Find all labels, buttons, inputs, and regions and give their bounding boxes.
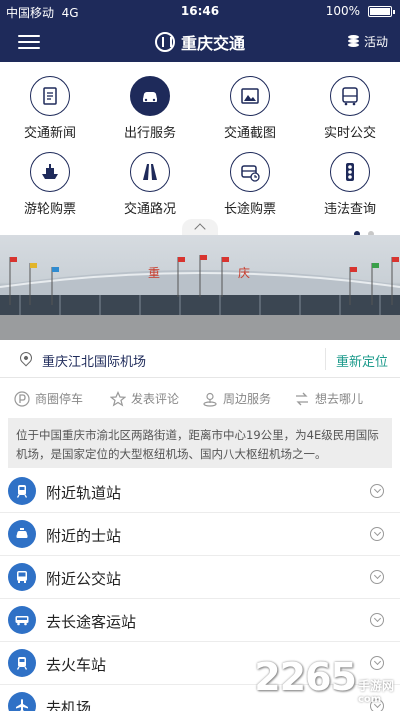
action-label: 商圈停车 bbox=[35, 392, 84, 406]
chevron-down-icon bbox=[370, 484, 384, 498]
watermark: 2265 手游网 com bbox=[254, 655, 394, 705]
list-item-nearby-metro[interactable]: 附近轨道站 bbox=[0, 470, 400, 513]
service-screenshot[interactable]: 交通截图 bbox=[200, 66, 300, 144]
watermark-domain: com bbox=[357, 694, 382, 705]
service-label: 出行服务 bbox=[123, 126, 176, 141]
relocate-button[interactable]: 重新定位 bbox=[336, 351, 388, 370]
service-road-condition[interactable]: 交通路况 bbox=[100, 142, 200, 220]
road-icon bbox=[130, 152, 170, 192]
watermark-site-name: 手游网 bbox=[357, 679, 394, 693]
service-label: 交通截图 bbox=[223, 126, 276, 141]
action-label: 周边服务 bbox=[223, 392, 272, 406]
plane-icon bbox=[8, 692, 36, 711]
swap-arrows-icon bbox=[296, 392, 308, 405]
picture-icon bbox=[230, 76, 270, 116]
chevron-down-icon bbox=[370, 613, 384, 627]
list-item-label: 去火车站 bbox=[46, 656, 107, 674]
service-label: 长途购票 bbox=[223, 202, 276, 217]
list-item-label: 去长途客运站 bbox=[46, 613, 137, 631]
service-realtime-bus[interactable]: 实时公交 bbox=[300, 66, 400, 144]
car-icon bbox=[130, 76, 170, 116]
watermark-number: 2265 bbox=[254, 655, 357, 699]
star-icon bbox=[110, 390, 126, 407]
chevron-down-icon bbox=[370, 527, 384, 541]
list-item-nearby-taxi[interactable]: 附近的士站 bbox=[0, 513, 400, 556]
coach-icon bbox=[230, 152, 270, 192]
battery-icon bbox=[368, 6, 395, 17]
location-description: 位于中国重庆市渝北区两路街道，距离市中心19公里，为4E级民用国际机场，是国家定… bbox=[8, 418, 392, 468]
ship-icon bbox=[30, 152, 70, 192]
nearby-service-action[interactable]: 周边服务 bbox=[202, 390, 271, 407]
service-news[interactable]: 交通新闻 bbox=[0, 66, 100, 144]
news-icon bbox=[30, 76, 70, 116]
location-bar: 重庆江北国际机场 重新定位 bbox=[0, 340, 400, 378]
divider bbox=[325, 348, 326, 370]
taxi-icon bbox=[8, 520, 36, 548]
destination-action[interactable]: 想去哪儿 bbox=[294, 390, 363, 407]
map-pin-icon bbox=[17, 349, 35, 367]
app-title: 重庆交通 bbox=[180, 34, 245, 53]
banner-sign-char: 重 bbox=[148, 266, 160, 280]
chevron-up-icon bbox=[194, 223, 206, 235]
service-coach-ticket[interactable]: 长途购票 bbox=[200, 142, 300, 220]
service-label: 交通路况 bbox=[123, 202, 176, 217]
app-title-area: 重庆交通 bbox=[0, 22, 400, 62]
service-violation-query[interactable]: 违法查询 bbox=[300, 142, 400, 220]
service-label: 实时公交 bbox=[323, 126, 376, 141]
traffic-light-icon bbox=[330, 152, 370, 192]
comment-action[interactable]: 发表评论 bbox=[110, 390, 179, 407]
service-label: 游轮购票 bbox=[23, 202, 76, 217]
location-person-icon bbox=[203, 392, 217, 407]
chevron-down-icon bbox=[370, 570, 384, 584]
action-row: 商圈停车 发表评论 周边服务 想去哪儿 bbox=[0, 378, 400, 418]
activity-label: 活动 bbox=[363, 35, 388, 49]
list-item-label: 附近的士站 bbox=[46, 527, 122, 545]
battery-fill bbox=[370, 8, 390, 15]
action-label: 想去哪儿 bbox=[315, 392, 364, 406]
battery-percent: 100% bbox=[325, 4, 360, 18]
bus-icon bbox=[8, 563, 36, 591]
activity-button[interactable]: 活动 bbox=[347, 33, 388, 50]
train-icon bbox=[8, 477, 36, 505]
bus-icon bbox=[330, 76, 370, 116]
app-header: 重庆交通 活动 bbox=[0, 22, 400, 62]
collapse-button[interactable] bbox=[182, 219, 218, 235]
banner-sign-char: 庆 bbox=[238, 266, 250, 280]
coach-icon bbox=[8, 606, 36, 634]
location-name[interactable]: 重庆江北国际机场 bbox=[42, 351, 146, 370]
app-logo-icon bbox=[154, 32, 175, 52]
service-label: 违法查询 bbox=[323, 202, 376, 217]
service-grid: 交通新闻 出行服务 交通截图 实时公交 游轮购票 交通路况 长途购票 违法查询 bbox=[0, 62, 400, 237]
list-item-nearby-bus[interactable]: 附近公交站 bbox=[0, 556, 400, 599]
service-label: 交通新闻 bbox=[23, 126, 76, 141]
watermark-text: 手游网 com bbox=[356, 677, 394, 705]
list-item-coach-station[interactable]: 去长途客运站 bbox=[0, 599, 400, 642]
airport-banner-image: 重 庆 bbox=[0, 235, 400, 340]
parking-icon bbox=[14, 390, 30, 407]
train-icon bbox=[8, 649, 36, 677]
list-item-label: 附近轨道站 bbox=[46, 484, 122, 502]
list-item-label: 附近公交站 bbox=[46, 570, 122, 588]
parking-action[interactable]: 商圈停车 bbox=[14, 390, 83, 407]
service-travel[interactable]: 出行服务 bbox=[100, 66, 200, 144]
status-bar: 中国移动 4G 16:46 100% bbox=[0, 0, 400, 22]
service-cruise-ticket[interactable]: 游轮购票 bbox=[0, 142, 100, 220]
action-label: 发表评论 bbox=[131, 392, 180, 406]
airport-terminal-illustration: 重 庆 bbox=[0, 255, 400, 340]
list-item-label: 去机场 bbox=[46, 699, 92, 711]
coins-icon bbox=[347, 35, 359, 48]
